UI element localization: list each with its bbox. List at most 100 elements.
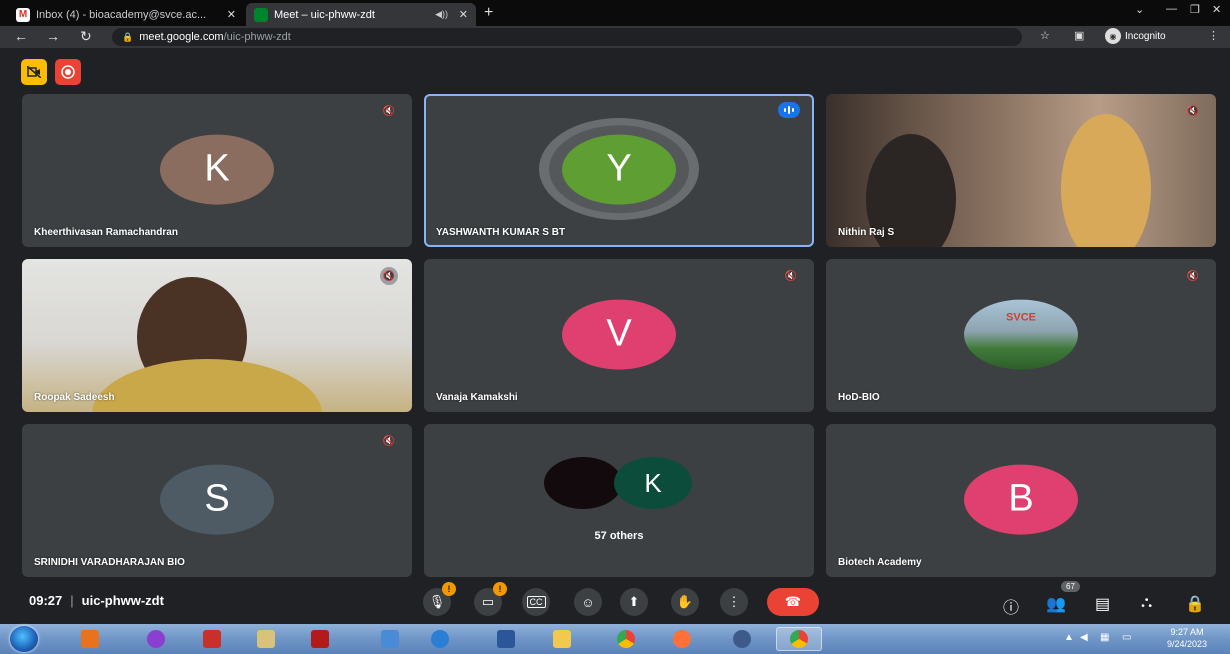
meet-icon: [254, 7, 268, 22]
speaker-icon[interactable]: ◀)): [435, 9, 448, 20]
browser-toolbar: ← → ↻ 🔒 meet.google.com /uic-phww-zdt ☆ …: [0, 26, 1230, 48]
incognito-badge[interactable]: ◉ Incognito: [1105, 28, 1166, 44]
avatar: K: [160, 134, 274, 205]
participant-name: Roopak Sadeesh: [34, 392, 115, 403]
reload-icon[interactable]: ↻: [80, 28, 92, 45]
url-path: /uic-phww-zdt: [223, 31, 291, 43]
more-options-button[interactable]: ⋮: [720, 588, 748, 616]
restore-icon[interactable]: ❐: [1190, 3, 1200, 16]
chrome-icon[interactable]: [606, 627, 646, 651]
clock-time: 9:27 AM: [1170, 627, 1204, 637]
avatar: B: [964, 464, 1078, 535]
avatar-text: SVCE: [1006, 311, 1036, 324]
participant-name: Biotech Academy: [838, 557, 922, 568]
windows-start-icon[interactable]: [10, 626, 38, 652]
warning-icon: !: [442, 582, 456, 596]
lock-icon: 🔒: [122, 31, 134, 42]
participant-tile[interactable]: K 🔇 Kheerthivasan Ramachandran: [22, 94, 412, 247]
video-off-icon[interactable]: [21, 59, 47, 85]
back-arrow-icon[interactable]: ←: [14, 28, 28, 44]
app-icon[interactable]: [136, 627, 176, 651]
meeting-code: uic-phww-zdt: [81, 593, 164, 608]
pdf-icon[interactable]: [300, 627, 340, 651]
tab-gmail-inbox[interactable]: M Inbox (4) - bioacademy@svce.ac... ✕: [8, 3, 244, 26]
notification-icon[interactable]: ▭: [1122, 632, 1131, 643]
people-icon[interactable]: 👥: [1046, 594, 1066, 614]
participant-video-tile[interactable]: 🔇 Nithin Raj S: [826, 94, 1216, 247]
forward-arrow-icon[interactable]: →: [46, 28, 60, 44]
meeting-time: 09:27: [29, 593, 63, 608]
emoji-icon: ☺: [581, 594, 595, 610]
mic-off-icon: 🔇: [1186, 105, 1200, 117]
bookmark-star-icon[interactable]: ☆: [1040, 29, 1050, 42]
minimize-icon[interactable]: —: [1166, 3, 1177, 15]
media-player-icon[interactable]: [70, 627, 110, 651]
system-clock[interactable]: 9:27 AM 9/24/2023: [1152, 626, 1222, 650]
others-avatars: K: [544, 457, 694, 509]
side-panel-icon[interactable]: ▣: [1074, 29, 1084, 42]
participant-tile[interactable]: V 🔇 Vanaja Kamakshi: [424, 259, 814, 412]
chat-icon[interactable]: ▤: [1095, 594, 1110, 614]
raise-hand-button[interactable]: ✋: [671, 588, 699, 616]
emoji-button[interactable]: ☺: [574, 588, 602, 616]
kebab-menu-icon[interactable]: ⋮: [1208, 29, 1219, 42]
host-controls-icon[interactable]: 🔒: [1185, 594, 1205, 614]
microphone-button[interactable]: 🎙 !: [423, 582, 456, 616]
mic-off-icon: 🔇: [784, 270, 798, 282]
chevron-up-icon[interactable]: ▲: [1064, 632, 1074, 643]
captions-icon: CC: [526, 596, 546, 608]
chrome-icon[interactable]: [776, 627, 822, 651]
others-tile[interactable]: K 57 others: [424, 424, 814, 577]
participant-video-tile[interactable]: 🔇 Roopak Sadeesh: [22, 259, 412, 412]
speaking-indicator-icon: [778, 102, 800, 118]
others-count-label: 57 others: [594, 530, 644, 542]
participant-video: [1061, 114, 1151, 247]
avatar: [544, 457, 622, 509]
close-icon[interactable]: ✕: [227, 8, 236, 21]
mic-icon: 🎙: [428, 594, 446, 609]
avatar: K: [614, 457, 692, 509]
participant-tile[interactable]: B Biotech Academy: [826, 424, 1216, 577]
leave-call-button[interactable]: ☎: [767, 588, 819, 616]
firefox-icon[interactable]: [662, 627, 702, 651]
close-icon[interactable]: ✕: [459, 8, 468, 21]
mic-off-icon: 🔇: [1186, 270, 1200, 282]
participant-tile-speaking[interactable]: Y YASHWANTH KUMAR S BT: [424, 94, 814, 247]
presentation-icon[interactable]: [192, 627, 232, 651]
word-icon[interactable]: [486, 627, 526, 651]
captions-button[interactable]: CC: [522, 588, 550, 616]
participant-tile[interactable]: S 🔇 SRINIDHI VARADHARAJAN BIO: [22, 424, 412, 577]
mic-off-icon: 🔇: [380, 267, 398, 285]
separator: |: [70, 593, 74, 608]
chevron-down-icon[interactable]: ⌄: [1135, 3, 1144, 16]
meeting-info: 09:27 | uic-phww-zdt: [29, 593, 164, 608]
app-icon[interactable]: [370, 627, 410, 651]
tab-title: Inbox (4) - bioacademy@svce.ac...: [36, 8, 207, 21]
activities-icon[interactable]: ⛬: [1141, 594, 1152, 612]
mic-off-icon: 🔇: [382, 435, 396, 447]
recording-icon[interactable]: [55, 59, 81, 85]
volume-icon[interactable]: ◀: [1080, 632, 1088, 643]
participant-name: HoD-BIO: [838, 392, 880, 403]
folder-icon[interactable]: [542, 627, 582, 651]
paint-icon[interactable]: [246, 627, 286, 651]
avatar: S: [160, 464, 274, 535]
hang-up-icon: ☎: [784, 594, 802, 609]
present-button[interactable]: ⬆: [620, 588, 648, 616]
gmail-icon: M: [16, 7, 30, 22]
tab-meet[interactable]: Meet – uic-phww-zdt ◀)) ✕: [246, 3, 476, 26]
more-vert-icon: ⋮: [727, 594, 741, 609]
participant-name: Nithin Raj S: [838, 227, 895, 238]
new-tab-icon[interactable]: +: [484, 4, 493, 22]
participant-tile[interactable]: SVCE 🔇 HoD-BIO: [826, 259, 1216, 412]
warning-icon: !: [493, 582, 507, 596]
hand-icon: ✋: [676, 594, 694, 609]
info-icon[interactable]: ⓘ: [1003, 594, 1019, 618]
internet-explorer-icon[interactable]: [420, 627, 460, 651]
camera-button[interactable]: ▭ !: [474, 582, 507, 616]
app-icon[interactable]: [722, 627, 762, 651]
network-icon[interactable]: ▦: [1100, 632, 1109, 643]
address-bar[interactable]: 🔒 meet.google.com /uic-phww-zdt: [112, 28, 1022, 46]
window-close-icon[interactable]: ✕: [1212, 3, 1221, 16]
url-host: meet.google.com: [139, 31, 224, 43]
